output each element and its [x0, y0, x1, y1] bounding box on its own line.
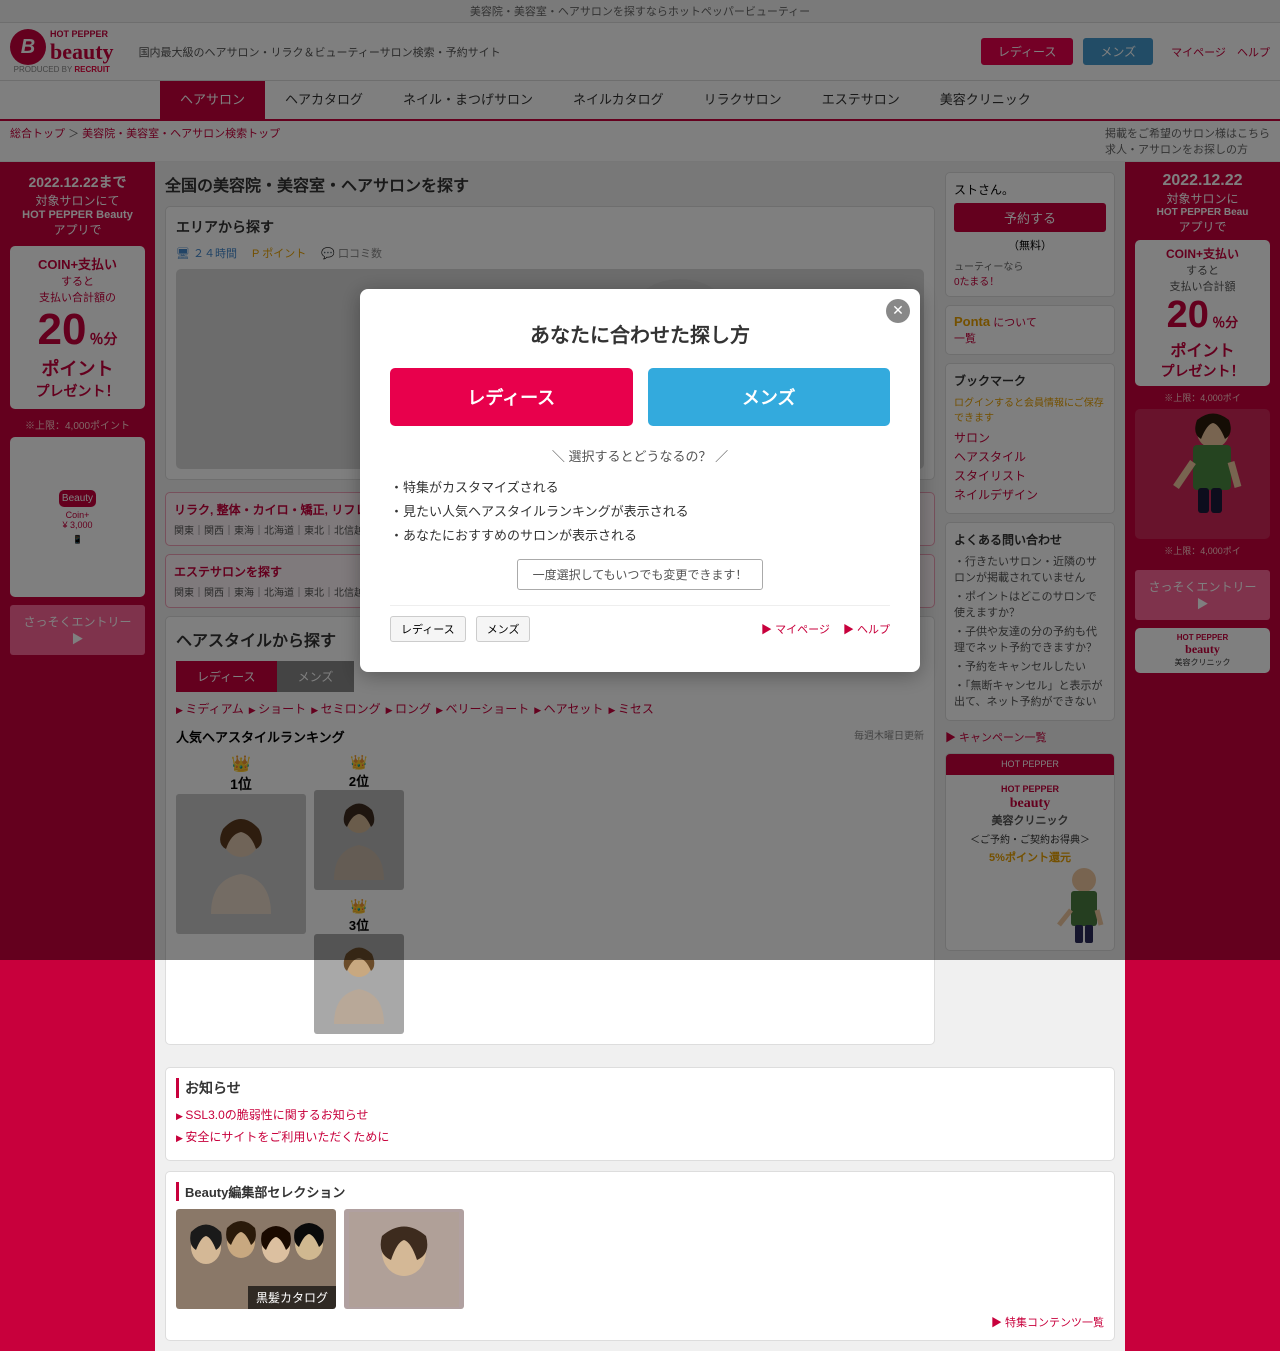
modal-footer-mens-btn[interactable]: メンズ: [476, 616, 531, 642]
bottom-row: お知らせ SSL3.0の脆弱性に関するお知らせ 安全にサイトをご利用いただくため…: [155, 1067, 1125, 1351]
modal-mens-button[interactable]: メンズ: [648, 368, 891, 426]
news-link-1[interactable]: 安全にサイトをご利用いただくために: [185, 1130, 389, 1144]
more-content-link[interactable]: ▶ 特集コンテンツ一覧: [176, 1314, 1104, 1330]
modal-title: あなたに合わせた探し方: [390, 319, 890, 348]
modal-benefit-1: 見たい人気ヘアスタイルランキングが表示される: [390, 501, 890, 520]
news-beauty-col: お知らせ SSL3.0の脆弱性に関するお知らせ 安全にサイトをご利用いただくため…: [165, 1067, 1115, 1341]
modal-footer-right: ▶ マイページ ▶ ヘルプ: [751, 621, 890, 637]
modal-overlay[interactable]: ✕ あなたに合わせた探し方 レディース メンズ ＼ 選択するとどうなるの？ ／ …: [0, 0, 1280, 960]
modal-footer-mypage[interactable]: ▶ マイページ: [761, 624, 830, 636]
bs-label-kurokami: 黒髪カタログ: [248, 1286, 336, 1309]
modal-benefit-0: 特集がカスタマイズされる: [390, 477, 890, 496]
modal-dialog: ✕ あなたに合わせた探し方 レディース メンズ ＼ 選択するとどうなるの？ ／ …: [360, 289, 920, 672]
news-section: お知らせ SSL3.0の脆弱性に関するお知らせ 安全にサイトをご利用いただくため…: [165, 1067, 1115, 1161]
bs-title: Beauty編集部セレクション: [176, 1182, 1104, 1201]
modal-note-wrapper: 一度選択してもいつでも変更できます！: [390, 559, 890, 605]
modal-select-text: ＼ 選択するとどうなるの？ ／: [390, 446, 890, 465]
modal-footer-help[interactable]: ▶ ヘルプ: [843, 624, 890, 636]
bs-photo2-svg: [349, 1212, 459, 1307]
bs-grid: 黒髪カタログ: [176, 1209, 1104, 1309]
modal-footer-links: レディース メンズ: [390, 616, 530, 642]
modal-ladies-button[interactable]: レディース: [390, 368, 633, 426]
modal-benefit-2: あなたにおすすめのサロンが表示される: [390, 525, 890, 544]
bs-item-2[interactable]: [344, 1209, 464, 1309]
modal-buttons: レディース メンズ: [390, 368, 890, 426]
modal-note: 一度選択してもいつでも変更できます！: [517, 559, 764, 590]
news-item-1: 安全にサイトをご利用いただくために: [176, 1128, 1104, 1145]
bs-item-kurokami[interactable]: 黒髪カタログ: [176, 1209, 336, 1309]
modal-footer: レディース メンズ ▶ マイページ ▶ ヘルプ: [390, 605, 890, 642]
news-title: お知らせ: [176, 1078, 1104, 1098]
news-item-0: SSL3.0の脆弱性に関するお知らせ: [176, 1106, 1104, 1123]
beauty-selection: Beauty編集部セレクション: [165, 1171, 1115, 1341]
modal-benefits: 特集がカスタマイズされる 見たい人気ヘアスタイルランキングが表示される あなたに…: [390, 477, 890, 544]
modal-footer-ladies-btn[interactable]: レディース: [390, 616, 466, 642]
modal-close-button[interactable]: ✕: [886, 299, 910, 323]
news-link-0[interactable]: SSL3.0の脆弱性に関するお知らせ: [185, 1108, 368, 1122]
